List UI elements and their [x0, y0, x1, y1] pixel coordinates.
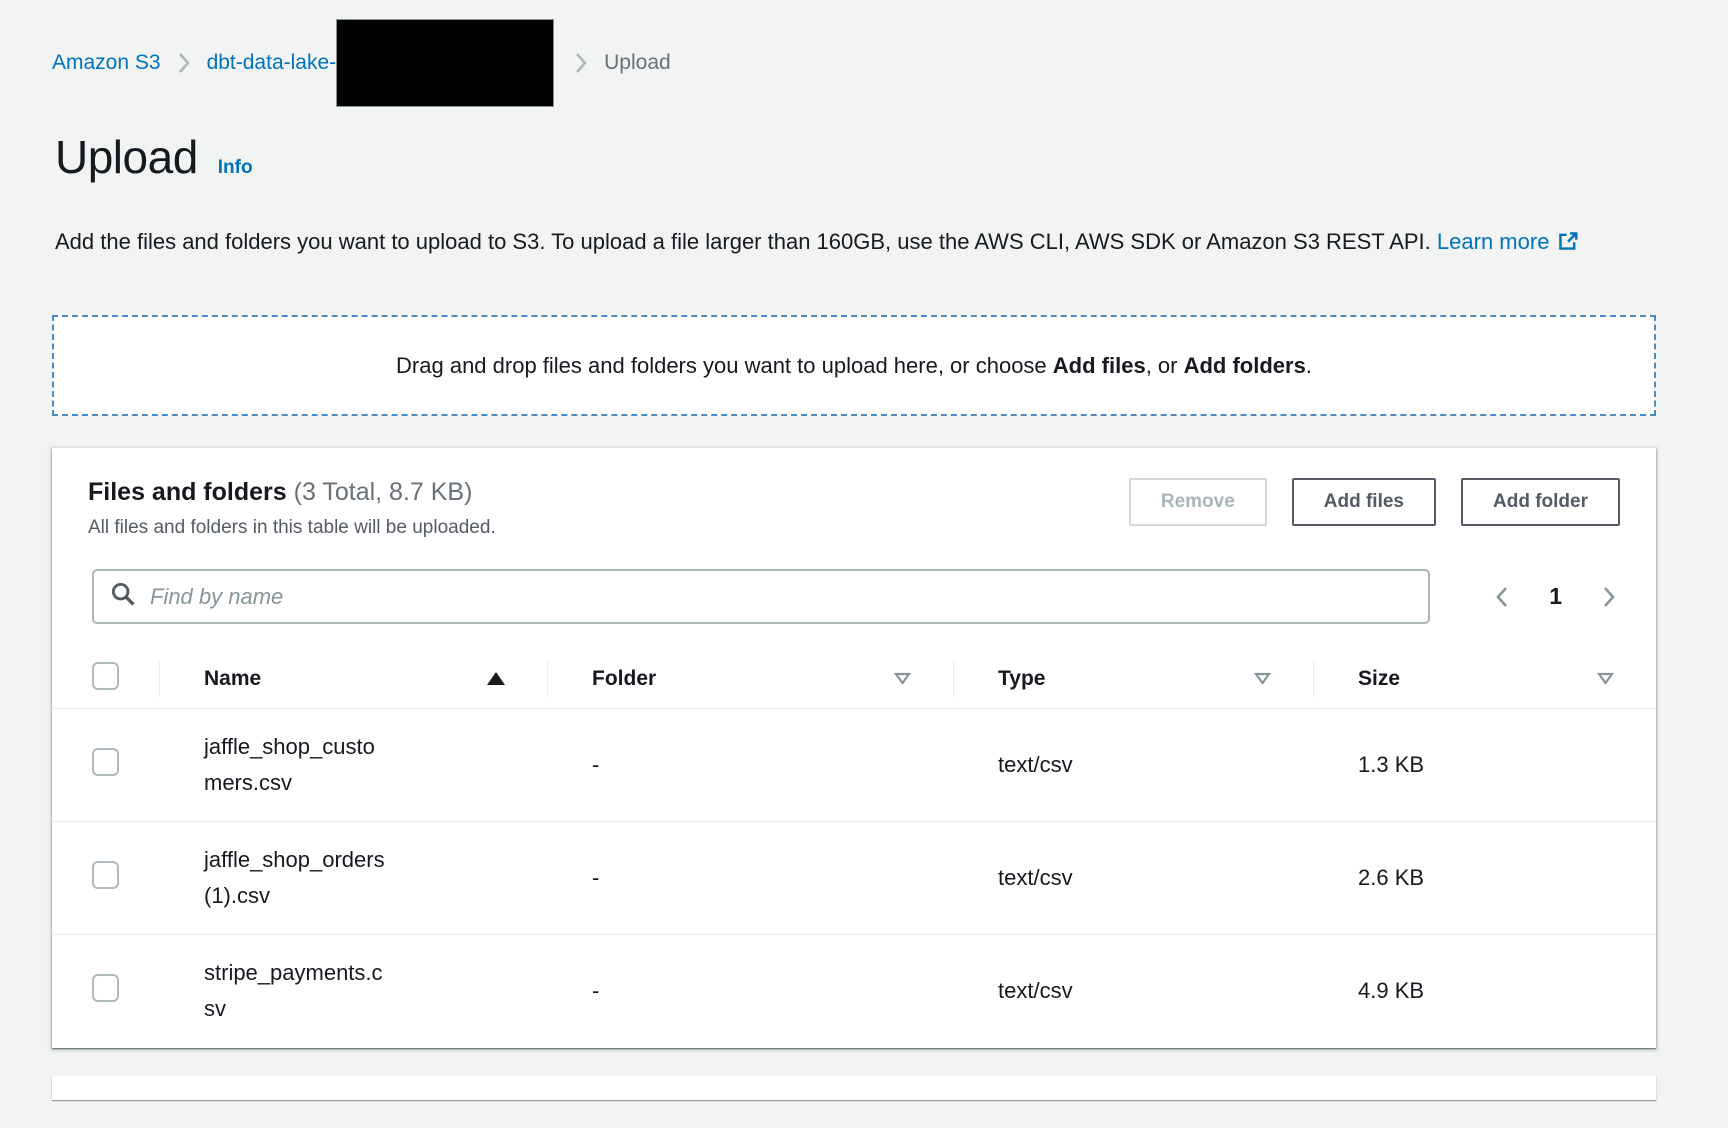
file-folder: -	[547, 865, 953, 891]
external-link-icon[interactable]	[1557, 225, 1579, 265]
column-header-folder[interactable]: Folder	[592, 667, 656, 691]
row-checkbox[interactable]	[92, 974, 119, 1002]
file-name: stripe_payments.csv	[159, 955, 427, 1027]
learn-more-link[interactable]: Learn more	[1437, 229, 1550, 254]
next-page-icon[interactable]	[1598, 584, 1620, 610]
dropzone-text: Drag and drop files and folders you want…	[396, 353, 1312, 379]
file-name: jaffle_shop_customers.csv	[159, 729, 427, 801]
current-page-number[interactable]: 1	[1549, 583, 1562, 610]
file-folder: -	[547, 978, 953, 1004]
column-header-type[interactable]: Type	[998, 667, 1045, 691]
file-folder: -	[547, 752, 953, 778]
file-size: 2.6 KB	[1313, 865, 1656, 891]
add-folder-button[interactable]: Add folder	[1461, 478, 1620, 526]
search-box	[92, 569, 1430, 624]
row-checkbox[interactable]	[92, 861, 119, 889]
breadcrumb-current: Upload	[604, 51, 671, 75]
search-input[interactable]	[150, 584, 1412, 610]
sort-down-icon[interactable]	[894, 667, 911, 691]
next-panel-edge	[52, 1076, 1656, 1100]
redaction-box	[336, 19, 554, 107]
chevron-right-icon	[177, 50, 191, 76]
file-size: 4.9 KB	[1313, 978, 1656, 1004]
column-header-size[interactable]: Size	[1358, 667, 1400, 691]
table-row: jaffle_shop_customers.csv - text/csv 1.3…	[52, 708, 1656, 821]
chevron-right-icon	[574, 50, 588, 76]
drag-and-drop-zone[interactable]: Drag and drop files and folders you want…	[52, 315, 1656, 416]
file-type: text/csv	[953, 865, 1313, 891]
file-name: jaffle_shop_orders (1).csv	[159, 842, 427, 914]
files-table: Name Folder Type	[52, 650, 1656, 1047]
previous-page-icon[interactable]	[1491, 584, 1513, 610]
search-icon	[110, 581, 136, 612]
pagination: 1	[1491, 583, 1620, 610]
panel-heading-group: Files and folders (3 Total, 8.7 KB) All …	[88, 478, 496, 539]
table-row: jaffle_shop_orders (1).csv - text/csv 2.…	[52, 821, 1656, 934]
add-files-button[interactable]: Add files	[1292, 478, 1436, 526]
breadcrumb-bucket[interactable]: dbt-data-lake-	[207, 51, 337, 75]
column-header-name[interactable]: Name	[204, 667, 261, 691]
intro-description: Add the files and folders you want to up…	[55, 229, 1431, 254]
panel-title: Files and folders (3 Total, 8.7 KB)	[88, 478, 496, 507]
select-all-checkbox[interactable]	[92, 662, 119, 690]
panel-subtitle: All files and folders in this table will…	[88, 517, 496, 539]
breadcrumb-amazon-s3[interactable]: Amazon S3	[52, 51, 161, 75]
row-checkbox[interactable]	[92, 748, 119, 776]
breadcrumb: Amazon S3 dbt-data-lake- Upload	[0, 0, 1728, 108]
file-type: text/csv	[953, 978, 1313, 1004]
remove-button[interactable]: Remove	[1129, 478, 1267, 526]
page-header: Upload Info	[0, 130, 1728, 184]
sort-ascending-icon[interactable]	[487, 672, 505, 685]
table-header-row: Name Folder Type	[52, 650, 1656, 708]
panel-count: (3 Total, 8.7 KB)	[294, 478, 473, 506]
table-row: stripe_payments.csv - text/csv 4.9 KB	[52, 934, 1656, 1047]
info-link[interactable]: Info	[218, 157, 253, 179]
sort-down-icon[interactable]	[1254, 667, 1271, 691]
files-and-folders-panel: Files and folders (3 Total, 8.7 KB) All …	[52, 448, 1656, 1048]
page-title: Upload	[55, 130, 198, 184]
sort-down-icon[interactable]	[1597, 667, 1614, 691]
file-size: 1.3 KB	[1313, 752, 1656, 778]
intro-text: Add the files and folders you want to up…	[55, 222, 1655, 265]
file-type: text/csv	[953, 752, 1313, 778]
